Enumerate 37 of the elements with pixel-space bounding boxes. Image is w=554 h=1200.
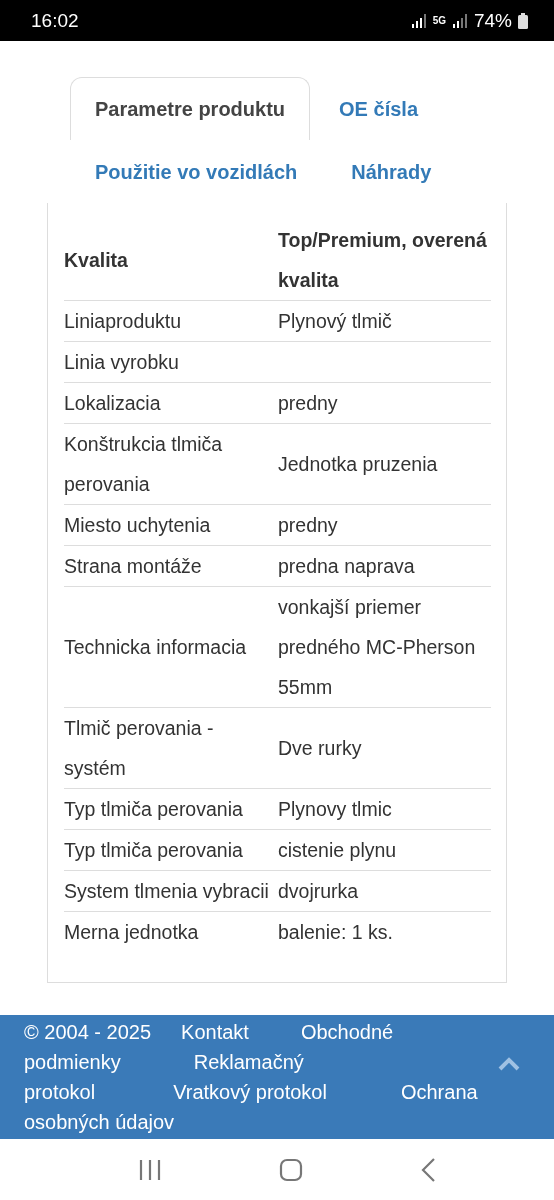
status-time: 16:02 [31, 9, 79, 32]
table-cell: Typ tlmiča perovania [64, 798, 243, 820]
table-cell: predny [278, 392, 338, 414]
table-cell: vonkajší priemer predného MC-Pherson 55mm [278, 596, 476, 698]
table-cell: Dve rurky [278, 737, 362, 759]
table-cell: Liniaproduktu [64, 310, 182, 332]
table-cell: Linia vyrobku [64, 351, 179, 373]
table-header: Kvalita [64, 249, 128, 271]
home-icon[interactable] [279, 1157, 303, 1182]
back-icon[interactable] [419, 1156, 436, 1183]
table-cell: Tlmič perovania - systém [64, 717, 214, 779]
table-cell: Technicka informacia [64, 636, 247, 658]
table-cell: dvojrurka [278, 880, 359, 902]
table-cell: cistenie plynu [278, 839, 397, 861]
table-cell: Konštrukcia tlmiča perovania [64, 433, 223, 495]
table-cell: predny [278, 514, 338, 536]
signal-icon [451, 13, 468, 28]
battery-percent: 74% [473, 9, 512, 32]
table-cell: Plynový tlmič [278, 310, 392, 332]
table-cell: balenie: 1 ks. [278, 921, 393, 943]
signal-icon [410, 13, 427, 28]
table-cell: System tlmenia vybracii [64, 880, 269, 902]
battery-icon [518, 12, 528, 29]
table-cell: Miesto uchytenia [64, 514, 211, 536]
table-cell: Plynovy tlmic [278, 798, 392, 820]
scroll-top-icon[interactable] [498, 1057, 520, 1071]
table-cell: Jednotka pruzenia [278, 453, 438, 475]
table-cell: Lokalizacia [64, 392, 161, 414]
table-cell: Merna jednotka [64, 921, 199, 943]
footer-links[interactable]: © 2004 - 2025 Kontakt Obchodné podmienky Reklamačný protokol Vratkový protokol Ochrana osobných údajov [24, 1017, 530, 1137]
table-cell: predna naprava [278, 555, 415, 577]
network-type: 5G [432, 15, 446, 26]
recent-apps-icon[interactable] [138, 1157, 163, 1182]
table-header: Top/Premium, overená kvalita [278, 229, 487, 291]
table-cell: Typ tlmiča perovania [64, 839, 243, 861]
table-cell: Strana montáže [64, 555, 202, 577]
tab[interactable]: Parametre produktu [70, 77, 311, 140]
